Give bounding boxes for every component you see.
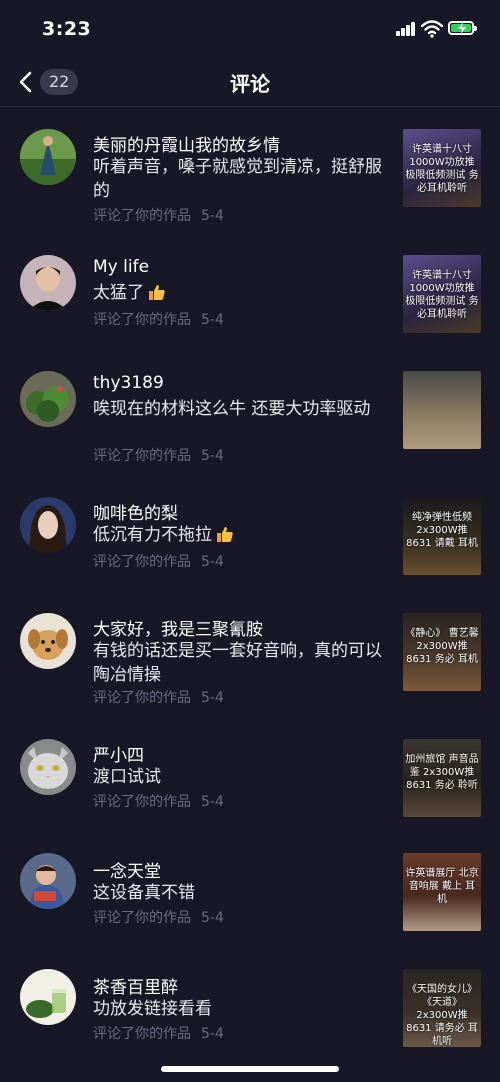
comment-meta: 评论了你的作品 5-4 [93,309,224,329]
person-avatar-icon [20,497,76,553]
page-title: 评论 [230,72,270,96]
charging-bolt-icon [458,22,466,34]
comment-action: 评论了你的作品 [93,208,191,224]
comment-date: 5-4 [201,554,224,570]
comment-date: 5-4 [201,910,224,926]
comment-meta: 评论了你的作品 5-4 [93,205,224,225]
video-thumbnail[interactable]: 加州旅馆 声音品鉴 2x300W推8631 务必 聆听 [403,739,481,817]
video-thumbnail[interactable]: 许英谱十八寸 1000W功放推 极限低频测试 务必耳机聆听 [403,129,481,207]
comment-meta: 评论了你的作品 5-4 [93,1023,224,1043]
comment-action: 评论了你的作品 [93,690,191,706]
comment-text: 唉现在的材料这么牛 还要大功率驱动 [93,399,371,419]
battery-icon [448,21,477,35]
user-avatar[interactable] [20,129,76,185]
comment-author[interactable]: 咖啡色的梨 [93,499,178,524]
video-thumbnail[interactable]: 《静心》 曹艺馨 2x300W推8631 务必 耳机 [403,613,481,691]
person-avatar-icon [20,129,76,185]
comment-action: 评论了你的作品 [93,312,191,328]
comment-text-content: 低沉有力不拖拉 [93,525,212,545]
comment-author[interactable]: 一念天堂 [93,857,161,882]
status-time: 3:23 [42,18,92,40]
comment-author[interactable]: 大家好，我是三聚氰胺 [93,615,263,640]
thumbnail-caption: 加州旅馆 声音品鉴 2x300W推8631 务必 聆听 [405,754,479,791]
comment-text: 这设备真不错 [93,883,195,903]
user-avatar[interactable] [20,371,76,427]
comment-date: 5-4 [201,208,224,224]
thumbnail-caption: 《静心》 曹艺馨 2x300W推8631 务必 耳机 [405,628,479,665]
cat-avatar-icon [20,739,76,795]
comment-author[interactable]: My life [93,257,149,277]
user-avatar[interactable] [20,255,76,311]
person-avatar-icon [20,255,76,311]
video-thumbnail[interactable] [403,371,481,449]
comment-meta: 评论了你的作品 5-4 [93,791,224,811]
comment-author[interactable]: thy3189 [93,373,164,393]
comment-meta: 评论了你的作品 5-4 [93,445,224,465]
comment-date: 5-4 [201,794,224,810]
user-avatar[interactable] [20,613,76,669]
wifi-icon [421,20,443,38]
comment-action: 评论了你的作品 [93,1026,191,1042]
comment-date: 5-4 [201,312,224,328]
video-thumbnail[interactable]: 纯净弹性低频 2x300W推8631 请戴 耳机 [403,497,481,575]
comment-action: 评论了你的作品 [93,448,191,464]
comment-action: 评论了你的作品 [93,794,191,810]
video-thumbnail[interactable]: 许英谱十八寸 1000W功放推 极限低频测试 务必耳机聆听 [403,255,481,333]
comment-meta: 评论了你的作品 5-4 [93,907,224,927]
child-avatar-icon [20,853,76,909]
user-avatar[interactable] [20,853,76,909]
home-indicator[interactable] [161,1066,339,1072]
user-avatar[interactable] [20,969,76,1025]
comment-text: 功放发链接看看 [93,999,212,1019]
comment-date: 5-4 [201,690,224,706]
comment-meta: 评论了你的作品 5-4 [93,551,224,571]
comment-date: 5-4 [201,448,224,464]
comment-text: 渡口试试 [93,767,161,787]
comment-meta: 评论了你的作品 5-4 [93,687,224,707]
user-avatar[interactable] [20,739,76,795]
video-thumbnail[interactable]: 《天国的女儿》 《天道》 2x300W推8631 请务必 耳机听 [403,969,481,1047]
status-bar: 3:23 [0,0,500,60]
comment-text: 太猛了 [93,281,393,305]
thumbs-up-icon [149,285,165,300]
video-thumbnail[interactable]: 许英谱展厅 北京音响展 戴上 耳机 [403,853,481,931]
nav-bar: 22 评论 [0,58,500,107]
comment-author[interactable]: 茶香百里醉 [93,973,178,998]
comment-action: 评论了你的作品 [93,910,191,926]
comment-author[interactable]: 美丽的丹霞山我的故乡情 [93,131,280,156]
comment-text: 低沉有力不拖拉 [93,523,393,547]
comment-text: 听着声音，嗓子就感觉到清凉，挺舒服的 [93,157,382,201]
tea-avatar-icon [20,969,76,1025]
comment-action: 评论了你的作品 [93,554,191,570]
plant-avatar-icon [20,371,76,427]
thumbnail-caption: 《天国的女儿》 《天道》 2x300W推8631 请务必 耳机听 [406,984,478,1047]
user-avatar[interactable] [20,497,76,553]
comment-text-content: 太猛了 [93,283,144,303]
thumbnail-caption: 许英谱展厅 北京音响展 戴上 耳机 [405,868,479,905]
thumbnail-caption: 许英谱十八寸 1000W功放推 极限低频测试 务必耳机聆听 [405,270,479,320]
cellular-signal-icon [396,22,416,36]
comment-text: 有钱的话还是买一套好音响，真的可以陶冶情操 [93,641,382,685]
thumbs-up-icon [217,527,233,542]
comment-author[interactable]: 严小四 [93,741,144,766]
thumbnail-caption: 纯净弹性低频 2x300W推8631 请戴 耳机 [406,512,478,549]
comment-date: 5-4 [201,1026,224,1042]
dog-avatar-icon [20,613,76,669]
thumbnail-caption: 许英谱十八寸 1000W功放推 极限低频测试 务必耳机聆听 [405,144,479,194]
